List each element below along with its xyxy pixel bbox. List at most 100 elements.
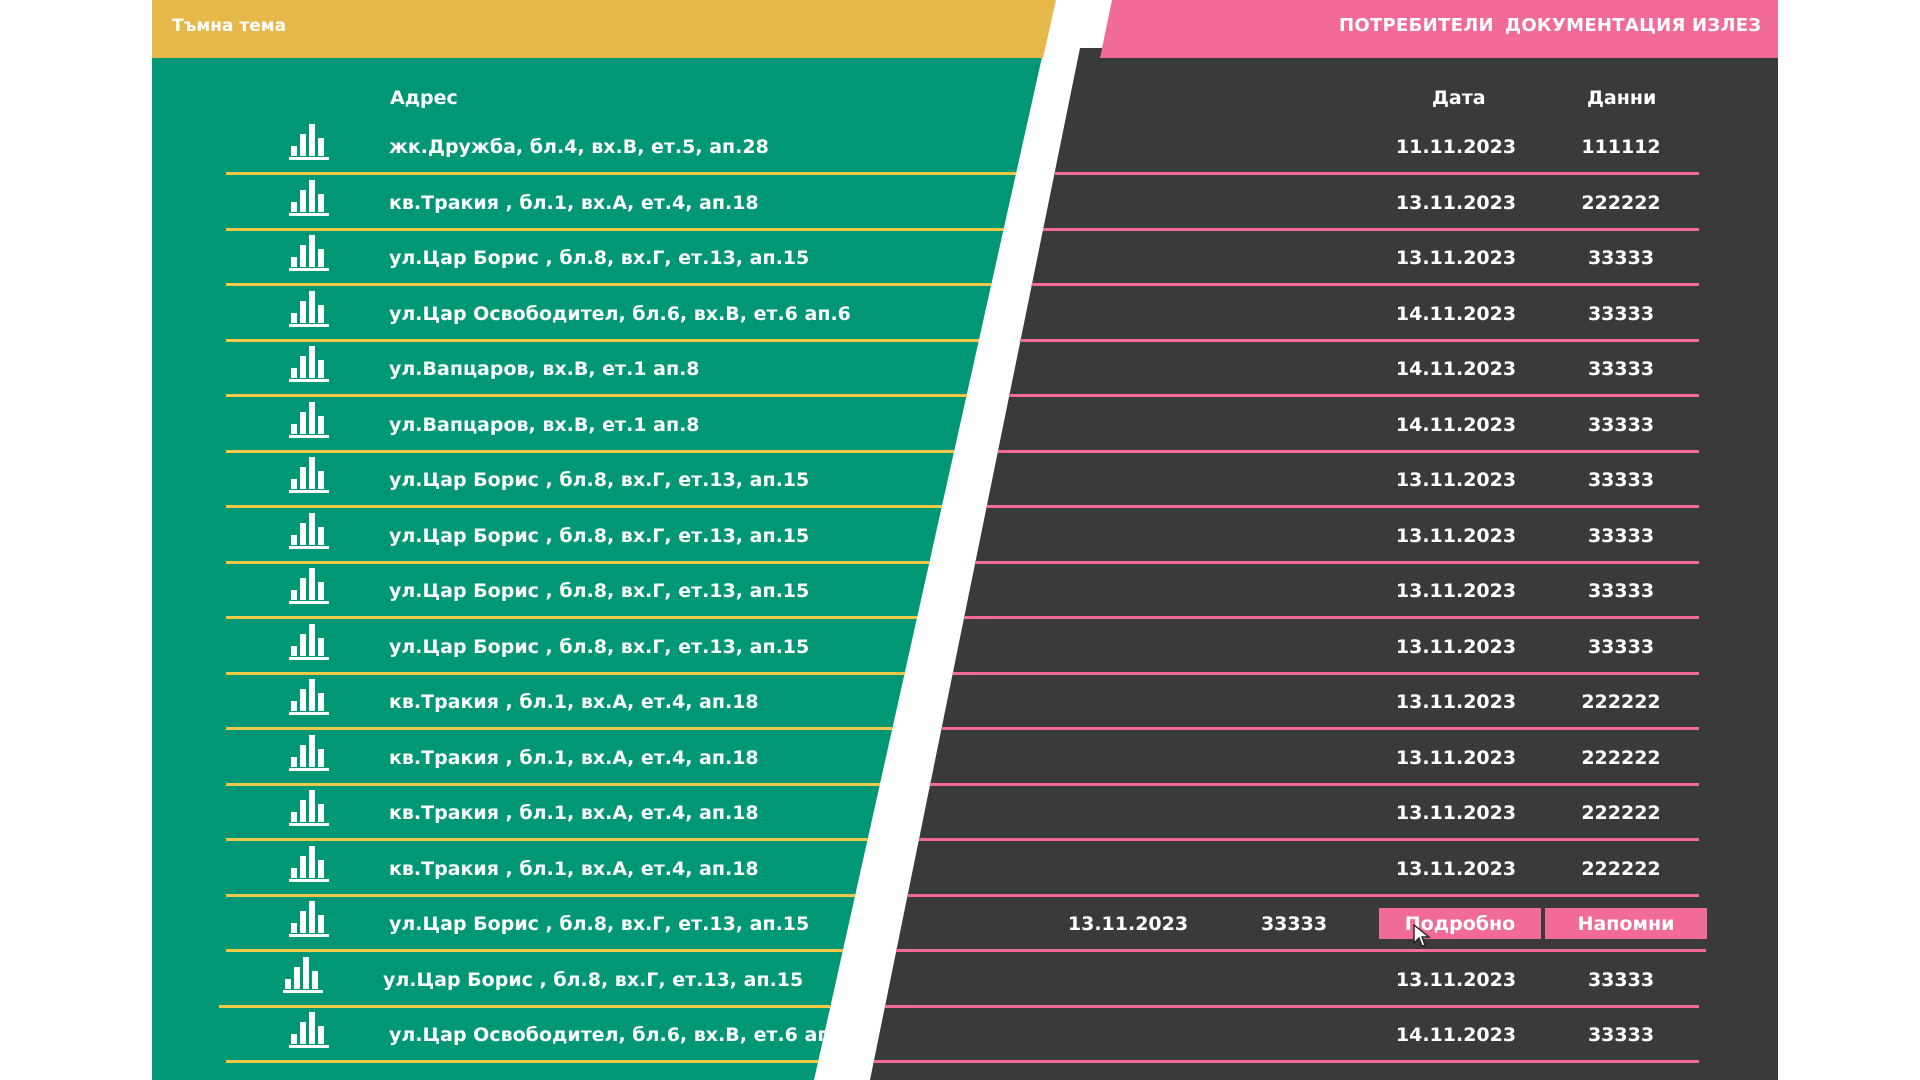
row-date: 13.11.2023 <box>1395 747 1517 769</box>
row-data: 33333 <box>1587 1024 1655 1046</box>
row-divider-right <box>941 727 1699 730</box>
bar-chart-icon[interactable] <box>289 901 329 937</box>
row-date: 13.11.2023 <box>1395 192 1517 214</box>
table-row[interactable]: ул.Цар Борис , бл.8, вх.Г, ет.13, ап.15 1… <box>0 953 1920 1008</box>
row-data: 33333 <box>1587 580 1655 602</box>
row-divider-left <box>226 172 1017 175</box>
bar-chart-icon[interactable] <box>289 235 329 271</box>
row-address: кв.Тракия , бл.1, вх.А, ет.4, ап.18 <box>389 192 759 214</box>
row-data: 222222 <box>1581 858 1661 880</box>
row-date: 13.11.2023 <box>1067 913 1189 935</box>
bar-chart-icon[interactable] <box>289 846 329 882</box>
bar-chart-icon[interactable] <box>289 679 329 715</box>
row-divider-right <box>1054 172 1699 175</box>
table-row[interactable]: ул.Цар Борис , бл.8, вх.Г, ет.13, ап.15 1… <box>0 564 1920 619</box>
nav-logout[interactable]: ИЗЛЕЗ <box>1692 15 1761 36</box>
table-row[interactable]: ул.Цар Борис , бл.8, вх.Г, ет.13, ап.15 1… <box>0 897 1920 952</box>
row-address: ул.Цар Освободител, бл.6, вх.В, ет.6 ап.… <box>389 1024 851 1046</box>
row-date: 11.11.2023 <box>1395 136 1517 158</box>
row-date: 13.11.2023 <box>1395 858 1517 880</box>
row-address: ул.Цар Освободител, бл.6, вх.В, ет.6 ап.… <box>389 303 851 325</box>
row-divider-right <box>873 1060 1699 1063</box>
bar-chart-icon[interactable] <box>283 957 323 993</box>
table-row[interactable]: ул.Цар Освободител, бл.6, вх.В, ет.6 ап.… <box>0 1008 1920 1063</box>
row-address: кв.Тракия , бл.1, вх.А, ет.4, ап.18 <box>389 747 759 769</box>
row-data: 33333 <box>1587 303 1655 325</box>
row-date: 13.11.2023 <box>1395 469 1517 491</box>
bar-chart-icon[interactable] <box>289 513 329 549</box>
column-header-address: Адрес <box>390 87 458 109</box>
row-data: 33333 <box>1587 969 1655 991</box>
row-data: 222222 <box>1581 802 1661 824</box>
table-row[interactable]: ул.Цар Борис , бл.8, вх.Г, ет.13, ап.15 1… <box>0 509 1920 564</box>
bar-chart-icon[interactable] <box>289 402 329 438</box>
row-date: 13.11.2023 <box>1395 636 1517 658</box>
row-data: 33333 <box>1587 414 1655 436</box>
row-address: ул.Вапцаров, вх.В, ет.1 ап.8 <box>389 414 700 436</box>
table-row[interactable]: ул.Цар Борис , бл.8, вх.Г, ет.13, ап.15 1… <box>0 453 1920 508</box>
row-date: 14.11.2023 <box>1395 303 1517 325</box>
table-row[interactable]: кв.Тракия , бл.1, вх.А, ет.4, ап.18 13.11… <box>0 842 1920 897</box>
row-date: 14.11.2023 <box>1395 1024 1517 1046</box>
bar-chart-icon[interactable] <box>289 568 329 604</box>
row-address: ул.Цар Борис , бл.8, вх.Г, ет.13, ап.15 <box>389 525 810 547</box>
row-divider-left <box>226 505 942 508</box>
bar-chart-icon[interactable] <box>289 457 329 493</box>
row-data: 222222 <box>1581 192 1661 214</box>
row-divider-left <box>226 838 868 841</box>
bar-chart-icon[interactable] <box>289 735 329 771</box>
column-header-data: Данни <box>1587 87 1657 109</box>
row-divider-right <box>1031 283 1699 286</box>
row-data: 33333 <box>1260 913 1328 935</box>
row-date: 13.11.2023 <box>1395 802 1517 824</box>
table-row[interactable]: кв.Тракия , бл.1, вх.А, ет.4, ап.18 13.11… <box>0 176 1920 231</box>
table-row[interactable]: ул.Цар Борис , бл.8, вх.Г, ет.13, ап.15 1… <box>0 620 1920 675</box>
row-divider-right <box>919 838 1699 841</box>
row-address: ул.Цар Борис , бл.8, вх.Г, ет.13, ап.15 <box>383 969 804 991</box>
row-data: 111112 <box>1581 136 1661 158</box>
row-date: 13.11.2023 <box>1395 525 1517 547</box>
yellow-header-band <box>152 0 1056 58</box>
row-address: ул.Цар Борис , бл.8, вх.Г, ет.13, ап.15 <box>389 469 810 491</box>
row-divider-left <box>226 616 918 619</box>
bar-chart-icon[interactable] <box>289 1012 329 1048</box>
row-divider-left <box>226 727 893 730</box>
row-data: 222222 <box>1581 747 1661 769</box>
row-date: 14.11.2023 <box>1395 358 1517 380</box>
bar-chart-icon[interactable] <box>289 180 329 216</box>
table-row[interactable]: ул.Вапцаров, вх.В, ет.1 ап.8 14.11.2023 33… <box>0 398 1920 453</box>
row-address: ул.Цар Борис , бл.8, вх.Г, ет.13, ап.15 <box>389 247 810 269</box>
bar-chart-icon[interactable] <box>289 291 329 327</box>
bar-chart-icon[interactable] <box>289 346 329 382</box>
row-date: 13.11.2023 <box>1395 580 1517 602</box>
bar-chart-icon[interactable] <box>289 624 329 660</box>
dark-theme-toggle[interactable]: Тъмна тема <box>172 16 286 36</box>
row-divider-left <box>226 949 843 952</box>
table-row[interactable]: ул.Вапцаров, вх.В, ет.1 ап.8 14.11.2023 33… <box>0 342 1920 397</box>
table-row[interactable]: кв.Тракия , бл.1, вх.А, ет.4, ап.18 13.11… <box>0 786 1920 841</box>
table-row[interactable]: кв.Тракия , бл.1, вх.А, ет.4, ап.18 13.11… <box>0 731 1920 786</box>
table-row[interactable]: кв.Тракия , бл.1, вх.А, ет.4, ап.18 13.11… <box>0 675 1920 730</box>
row-address: ул.Вапцаров, вх.В, ет.1 ап.8 <box>389 358 700 380</box>
row-address: жк.Дружба, бл.4, вх.В, ет.5, ап.28 <box>389 136 769 158</box>
table-row[interactable]: ул.Цар Освободител, бл.6, вх.В, ет.6 ап.… <box>0 287 1920 342</box>
row-divider-right <box>986 505 1699 508</box>
row-divider-left <box>226 1060 819 1063</box>
row-data: 33333 <box>1587 636 1655 658</box>
table-row[interactable]: ул.Цар Борис , бл.8, вх.Г, ет.13, ап.15 1… <box>0 231 1920 286</box>
nav-documentation[interactable]: ДОКУМЕНТАЦИЯ <box>1505 15 1686 36</box>
row-date: 13.11.2023 <box>1395 969 1517 991</box>
bar-chart-icon[interactable] <box>289 124 329 160</box>
remind-button[interactable]: Напомни <box>1545 908 1707 939</box>
details-button[interactable]: Подробно <box>1379 908 1541 939</box>
app-root: Тъмна тема ПОТРЕБИТЕЛИ ДОКУМЕНТАЦИЯ ИЗЛЕ… <box>0 0 1920 1080</box>
bar-chart-icon[interactable] <box>289 790 329 826</box>
row-date: 13.11.2023 <box>1395 247 1517 269</box>
row-address: кв.Тракия , бл.1, вх.А, ет.4, ап.18 <box>389 802 759 824</box>
table-row[interactable]: жк.Дружба, бл.4, вх.В, ет.5, ап.28 11.11.… <box>0 120 1920 175</box>
row-address: ул.Цар Борис , бл.8, вх.Г, ет.13, ап.15 <box>389 913 810 935</box>
row-date: 14.11.2023 <box>1395 414 1517 436</box>
nav-users[interactable]: ПОТРЕБИТЕЛИ <box>1339 15 1494 36</box>
row-data: 222222 <box>1581 691 1661 713</box>
row-divider-left <box>226 283 992 286</box>
